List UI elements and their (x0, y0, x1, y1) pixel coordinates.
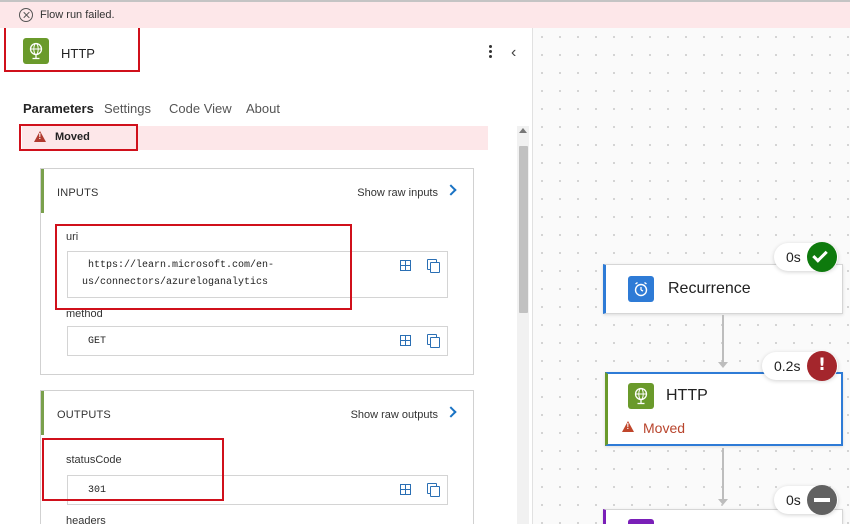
copy-icon[interactable] (427, 334, 440, 348)
scroll-thumb[interactable] (519, 146, 528, 313)
connector-line (722, 448, 724, 500)
copy-icon[interactable] (427, 259, 440, 273)
table-view-icon[interactable] (400, 484, 411, 495)
scroll-up-arrow-icon[interactable] (519, 128, 527, 133)
uri-field[interactable]: https://learn.microsoft.com/en- us/conne… (67, 251, 448, 298)
alarm-clock-icon (628, 276, 654, 302)
duration-badge-skipped: 0s (774, 485, 838, 515)
status-code-value: 301 (88, 485, 107, 496)
uri-label: uri (66, 231, 79, 243)
error-exclamation-icon: ! (807, 351, 837, 381)
duration-text: 0s (786, 492, 801, 508)
arrow-down-icon (718, 499, 728, 505)
duration-badge-success: 0s (774, 242, 838, 272)
method-label: method (66, 308, 103, 320)
panel-title: HTTP (61, 46, 95, 61)
recurrence-node[interactable]: Recurrence (603, 264, 843, 314)
chevron-right-icon[interactable] (445, 406, 457, 418)
panel-scrollbar[interactable] (517, 126, 529, 524)
warning-icon (34, 131, 46, 142)
http-globe-icon (23, 38, 49, 64)
banner-message: Flow run failed. (40, 9, 115, 21)
more-options-icon[interactable] (486, 44, 496, 60)
action-icon (628, 519, 654, 524)
duration-badge-failed: 0.2s ! (762, 351, 838, 381)
method-value: GET (88, 336, 107, 347)
outputs-header: OUTPUTS Show raw outputs (41, 391, 473, 435)
connector-line (722, 315, 724, 363)
outputs-title: OUTPUTS (57, 409, 111, 421)
success-check-icon (807, 242, 837, 272)
copy-icon[interactable] (427, 483, 440, 497)
outputs-section: OUTPUTS Show raw outputs statusCode 301 … (40, 390, 474, 524)
node-status-text: Moved (643, 420, 686, 436)
tab-parameters[interactable]: Parameters (23, 101, 94, 116)
collapse-panel-icon[interactable]: ‹ (511, 44, 516, 62)
status-message-bar: Moved (22, 126, 488, 150)
uri-value-line-1: https://learn.microsoft.com/en- (88, 260, 275, 271)
inputs-section: INPUTS Show raw inputs uri https://learn… (40, 168, 474, 375)
duration-text: 0.2s (774, 358, 801, 374)
show-raw-outputs-link[interactable]: Show raw outputs (351, 409, 438, 421)
chevron-right-icon[interactable] (445, 184, 457, 196)
node-title: Recurrence (668, 280, 751, 297)
show-raw-inputs-link[interactable]: Show raw inputs (357, 187, 438, 199)
inputs-title: INPUTS (57, 187, 99, 199)
method-field[interactable]: GET (67, 326, 448, 356)
flow-designer-canvas[interactable]: Recurrence 0s HTTP Moved 0.2s ! 0s (533, 28, 850, 524)
http-node[interactable]: HTTP Moved (605, 372, 843, 446)
table-view-icon[interactable] (400, 335, 411, 346)
headers-label: headers (66, 515, 106, 524)
status-code-label: statusCode (66, 454, 122, 466)
tab-settings[interactable]: Settings (104, 101, 151, 116)
http-globe-icon (628, 383, 654, 409)
skipped-minus-icon (807, 485, 837, 515)
node-title: HTTP (666, 387, 708, 404)
table-view-icon[interactable] (400, 260, 411, 271)
warning-icon (622, 421, 634, 432)
inputs-header: INPUTS Show raw inputs (41, 169, 473, 213)
arrow-down-icon (718, 362, 728, 368)
status-code-field[interactable]: 301 (67, 475, 448, 505)
error-circle-icon (19, 8, 33, 22)
tab-code-view[interactable]: Code View (169, 101, 232, 116)
status-label: Moved (55, 131, 90, 143)
tab-about[interactable]: About (246, 101, 280, 116)
uri-value-line-2: us/connectors/azureloganalytics (82, 277, 269, 288)
duration-text: 0s (786, 249, 801, 265)
flow-run-failed-banner: Flow run failed. (0, 0, 850, 28)
action-details-panel: HTTP ‹ Parameters Settings Code View Abo… (0, 28, 533, 524)
